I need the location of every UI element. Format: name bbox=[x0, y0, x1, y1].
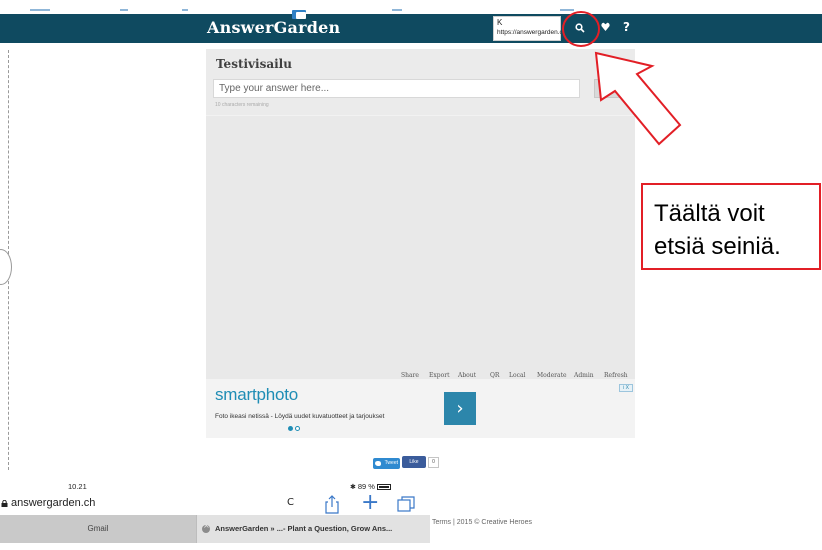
callout-line-1: Täältä voit bbox=[654, 200, 765, 227]
annotation-arrow bbox=[594, 51, 682, 146]
callout-line-2: etsiä seiniä. bbox=[654, 233, 781, 260]
annotation-callout: Täältä voit etsiä seiniä. bbox=[641, 183, 821, 270]
highlight-circle bbox=[562, 11, 600, 47]
annotation-overlay bbox=[562, 11, 682, 146]
